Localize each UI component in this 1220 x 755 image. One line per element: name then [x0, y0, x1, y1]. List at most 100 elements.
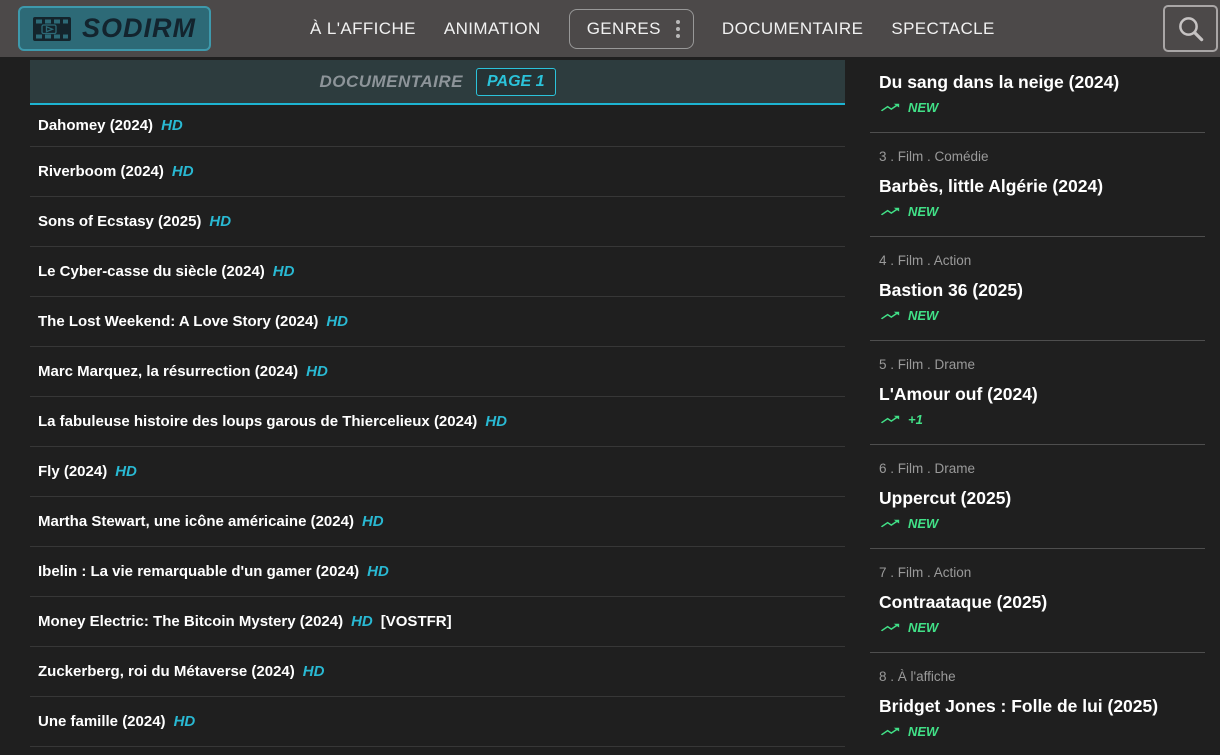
- quality-badge: HD: [485, 413, 507, 430]
- trending-item-meta: 8 . À l'affiche: [879, 669, 1205, 685]
- trending-badge-row: NEW: [879, 307, 1205, 323]
- movie-title: Dahomey (2024): [38, 117, 153, 134]
- trending-up-icon: [879, 412, 901, 427]
- documentary-list-section: DOCUMENTAIRE PAGE 1 Dahomey (2024) HD Ri…: [30, 60, 845, 747]
- movie-title: Money Electric: The Bitcoin Mystery (202…: [38, 613, 343, 630]
- film-strip-icon: [33, 15, 71, 43]
- trending-item-meta: 7 . Film . Action: [879, 565, 1205, 581]
- quality-badge: HD: [351, 613, 373, 630]
- page-number-badge[interactable]: PAGE 1: [476, 68, 556, 96]
- trending-item[interactable]: 7 . Film . Action Contraataque (2025) NE…: [870, 549, 1205, 653]
- movie-title: Marc Marquez, la résurrection (2024): [38, 363, 298, 380]
- trending-up-icon: [879, 620, 901, 635]
- trend-badge: NEW: [908, 100, 938, 115]
- quality-badge: HD: [209, 213, 231, 230]
- nav-item-animation[interactable]: ANIMATION: [444, 19, 541, 39]
- movie-title: The Lost Weekend: A Love Story (2024): [38, 313, 318, 330]
- quality-badge: HD: [115, 463, 137, 480]
- genres-label: GENRES: [587, 19, 661, 39]
- movie-list-item[interactable]: The Lost Weekend: A Love Story (2024) HD: [30, 297, 845, 347]
- trending-item[interactable]: 3 . Film . Comédie Barbès, little Algéri…: [870, 133, 1205, 237]
- movie-list-item[interactable]: Zuckerberg, roi du Métaverse (2024) HD: [30, 647, 845, 697]
- movie-title: Martha Stewart, une icône américaine (20…: [38, 513, 354, 530]
- trending-up-icon: [879, 724, 901, 739]
- trending-item-meta: 4 . Film . Action: [879, 253, 1205, 269]
- nav-item-genres[interactable]: GENRES: [569, 9, 694, 49]
- trending-item-meta: 5 . Film . Drame: [879, 357, 1205, 373]
- search-button[interactable]: [1163, 5, 1218, 52]
- trending-item-title: Bridget Jones : Folle de lui (2025): [879, 695, 1205, 717]
- quality-badge: HD: [367, 563, 389, 580]
- trend-badge: NEW: [908, 620, 938, 635]
- movie-title: Sons of Ecstasy (2025): [38, 213, 201, 230]
- trending-up-icon: [879, 308, 901, 323]
- quality-badge: HD: [161, 117, 183, 134]
- trending-up-icon: [879, 100, 901, 115]
- search-icon: [1176, 14, 1206, 44]
- header: SODIRM À L'AFFICHE ANIMATION GENRES DOCU…: [0, 0, 1220, 57]
- trending-item[interactable]: 4 . Film . Action Bastion 36 (2025) NEW: [870, 237, 1205, 341]
- trend-badge: NEW: [908, 516, 938, 531]
- movie-title: Riverboom (2024): [38, 163, 164, 180]
- movie-list-item[interactable]: La fabuleuse histoire des loups garous d…: [30, 397, 845, 447]
- trending-item-meta: 6 . Film . Drame: [879, 461, 1205, 477]
- movie-title: La fabuleuse histoire des loups garous d…: [38, 413, 477, 430]
- nav-item-documentaire[interactable]: DOCUMENTAIRE: [722, 19, 863, 39]
- movie-list: Dahomey (2024) HD Riverboom (2024) HD So…: [30, 105, 845, 747]
- logo-button[interactable]: SODIRM: [18, 6, 211, 51]
- movie-title: Une famille (2024): [38, 713, 166, 730]
- trending-item-title: Du sang dans la neige (2024): [879, 71, 1205, 93]
- quality-badge: HD: [273, 263, 295, 280]
- nav-item-spectacle[interactable]: SPECTACLE: [891, 19, 994, 39]
- trending-item[interactable]: 8 . À l'affiche Bridget Jones : Folle de…: [870, 653, 1205, 755]
- movie-title: Le Cyber-casse du siècle (2024): [38, 263, 265, 280]
- quality-badge: HD: [362, 513, 384, 530]
- trending-item[interactable]: 6 . Film . Drame Uppercut (2025) NEW: [870, 445, 1205, 549]
- trending-badge-row: NEW: [879, 99, 1205, 115]
- movie-title: Ibelin : La vie remarquable d'un gamer (…: [38, 563, 359, 580]
- movie-list-item[interactable]: Dahomey (2024) HD: [30, 105, 845, 147]
- movie-list-item[interactable]: Riverboom (2024) HD: [30, 147, 845, 197]
- trending-badge-row: NEW: [879, 515, 1205, 531]
- trending-item-title: Bastion 36 (2025): [879, 279, 1205, 301]
- movie-list-item[interactable]: Le Cyber-casse du siècle (2024) HD: [30, 247, 845, 297]
- quality-badge: HD: [326, 313, 348, 330]
- trending-item[interactable]: 5 . Film . Drame L'Amour ouf (2024) +1: [870, 341, 1205, 445]
- trending-up-icon: [879, 204, 901, 219]
- movie-list-item[interactable]: Marc Marquez, la résurrection (2024) HD: [30, 347, 845, 397]
- vertical-ellipsis-icon: [676, 20, 680, 38]
- trending-badge-row: NEW: [879, 723, 1205, 739]
- trend-badge: NEW: [908, 308, 938, 323]
- trending-item-meta: 3 . Film . Comédie: [879, 149, 1205, 165]
- movie-list-item[interactable]: Ibelin : La vie remarquable d'un gamer (…: [30, 547, 845, 597]
- trend-badge: NEW: [908, 204, 938, 219]
- language-tag: [VOSTFR]: [381, 613, 452, 630]
- trending-badge-row: NEW: [879, 203, 1205, 219]
- trending-item-title: Contraataque (2025): [879, 591, 1205, 613]
- movie-list-item[interactable]: Une famille (2024) HD: [30, 697, 845, 747]
- page: 2 . Film . Thriller Du sang dans la neig…: [0, 0, 1220, 755]
- logo-text: SODIRM: [82, 13, 196, 44]
- nav-item-a-laffiche[interactable]: À L'AFFICHE: [310, 19, 416, 39]
- quality-badge: HD: [303, 663, 325, 680]
- trending-badge-row: NEW: [879, 619, 1205, 635]
- movie-title: Fly (2024): [38, 463, 107, 480]
- movie-list-item[interactable]: Fly (2024) HD: [30, 447, 845, 497]
- trending-item-title: Uppercut (2025): [879, 487, 1205, 509]
- trending-item-title: Barbès, little Algérie (2024): [879, 175, 1205, 197]
- trending-badge-row: +1: [879, 411, 1205, 427]
- trend-badge: +1: [908, 412, 923, 427]
- movie-list-item[interactable]: Money Electric: The Bitcoin Mystery (202…: [30, 597, 845, 647]
- trending-sidebar: 2 . Film . Thriller Du sang dans la neig…: [870, 29, 1205, 755]
- movie-list-item[interactable]: Martha Stewart, une icône américaine (20…: [30, 497, 845, 547]
- trend-badge: NEW: [908, 724, 938, 739]
- section-header: DOCUMENTAIRE PAGE 1: [30, 60, 845, 105]
- movie-list-item[interactable]: Sons of Ecstasy (2025) HD: [30, 197, 845, 247]
- trending-item-title: L'Amour ouf (2024): [879, 383, 1205, 405]
- section-title: DOCUMENTAIRE: [319, 72, 463, 92]
- trending-up-icon: [879, 516, 901, 531]
- quality-badge: HD: [174, 713, 196, 730]
- quality-badge: HD: [172, 163, 194, 180]
- movie-title: Zuckerberg, roi du Métaverse (2024): [38, 663, 295, 680]
- main-nav: À L'AFFICHE ANIMATION GENRES DOCUMENTAIR…: [310, 0, 995, 57]
